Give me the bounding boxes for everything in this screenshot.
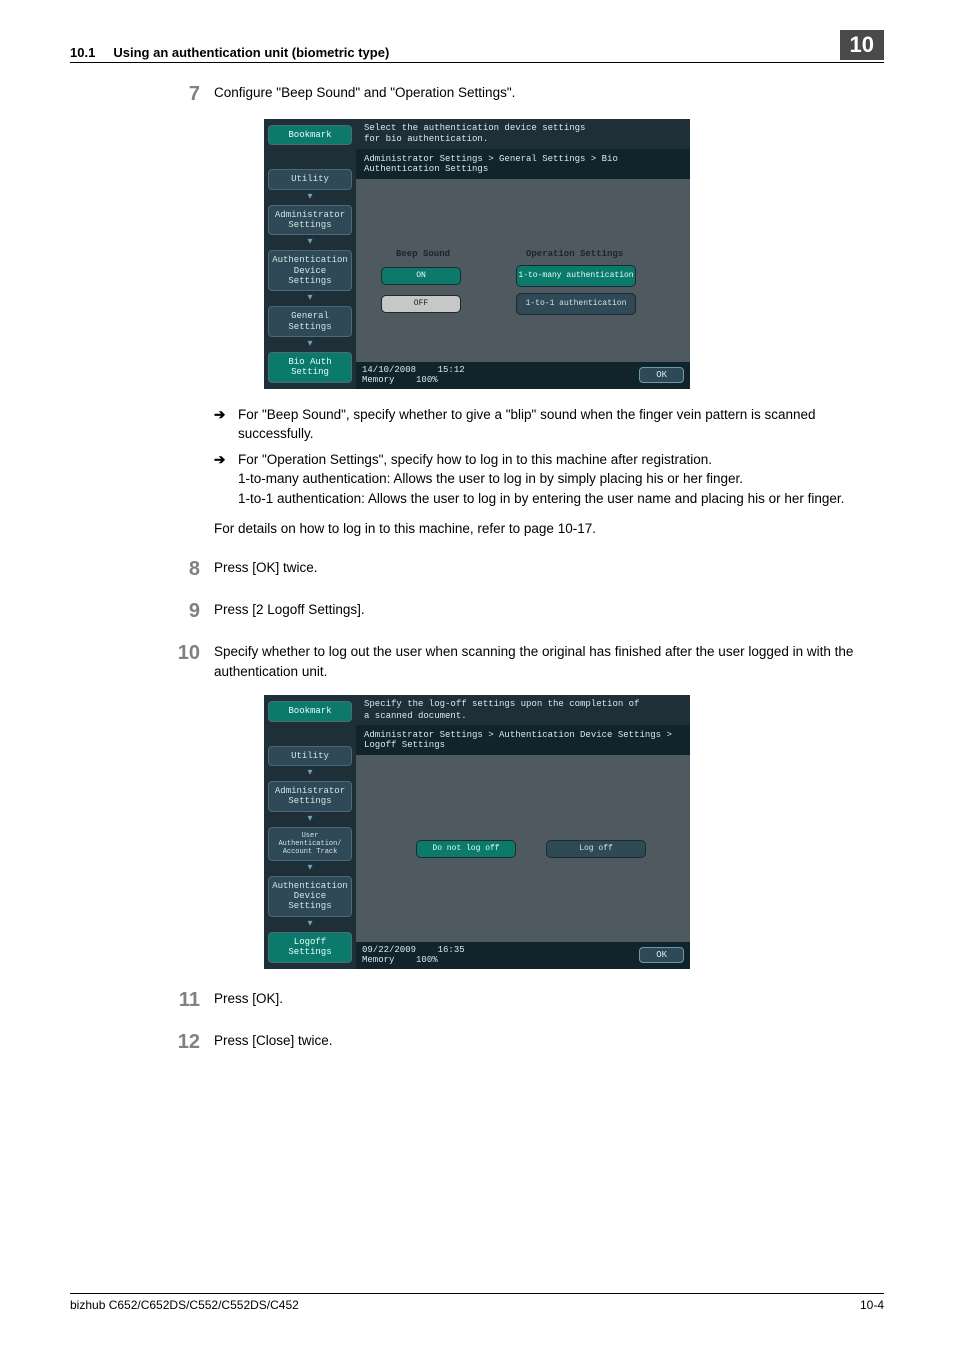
step-number: 7 [160, 83, 214, 105]
panel-footer: 14/10/2008 15:12 Memory 100% OK [356, 362, 690, 389]
beep-sound-label: Beep Sound [396, 249, 450, 259]
operation-settings-label: Operation Settings [526, 249, 623, 259]
footer-date: 09/22/2009 [362, 945, 416, 955]
log-off-button[interactable]: Log off [546, 840, 646, 858]
step-text: Press [Close] twice. [214, 1031, 884, 1053]
note-operation-settings: ➔ For "Operation Settings", specify how … [214, 450, 884, 509]
arrow-down-icon: ▾ [268, 295, 352, 302]
sidebar-utility[interactable]: Utility [268, 746, 352, 766]
step-9: 9 Press [2 Logoff Settings]. [160, 600, 884, 622]
step-text: Press [2 Logoff Settings]. [214, 600, 884, 622]
footer-time: 15:12 [438, 365, 465, 375]
step-8: 8 Press [OK] twice. [160, 558, 884, 580]
breadcrumb: Administrator Settings > General Setting… [356, 149, 690, 179]
footer-model: bizhub C652/C652DS/C552/C552DS/C452 [70, 1298, 299, 1312]
step-12: 12 Press [Close] twice. [160, 1031, 884, 1053]
beep-off-button[interactable]: OFF [381, 295, 461, 313]
step7-followup: For details on how to log in to this mac… [214, 519, 884, 539]
step-text: Press [OK] twice. [214, 558, 884, 580]
panel-footer: 09/22/2009 16:35 Memory 100% OK [356, 942, 690, 969]
footer-date: 14/10/2008 [362, 365, 416, 375]
step-10: 10 Specify whether to log out the user w… [160, 642, 884, 681]
arrow-down-icon: ▾ [268, 921, 352, 928]
footer-time: 16:35 [438, 945, 465, 955]
step-number: 8 [160, 558, 214, 580]
sidebar-admin-settings[interactable]: Administrator Settings [268, 205, 352, 236]
step-text: Specify whether to log out the user when… [214, 642, 884, 681]
sidebar-general-settings[interactable]: General Settings [268, 306, 352, 337]
arrow-down-icon: ▾ [268, 770, 352, 777]
step-text: Press [OK]. [214, 989, 884, 1011]
op-1tomany-button[interactable]: 1-to-many authentication [516, 265, 636, 287]
section-number: 10.1 [70, 45, 95, 60]
sidebar-auth-device[interactable]: Authentication Device Settings [268, 876, 352, 917]
footer-mem-label: Memory [362, 375, 394, 385]
beep-on-button[interactable]: ON [381, 267, 461, 285]
step-7: 7 Configure "Beep Sound" and "Operation … [160, 83, 884, 105]
sidebar-utility[interactable]: Utility [268, 169, 352, 189]
sidebar-admin-settings[interactable]: Administrator Settings [268, 781, 352, 812]
footer-mem-val: 100% [416, 955, 438, 965]
ok-button[interactable]: OK [639, 367, 684, 383]
arrow-down-icon: ▾ [268, 816, 352, 823]
ok-button[interactable]: OK [639, 947, 684, 963]
do-not-log-off-button[interactable]: Do not log off [416, 840, 516, 858]
arrow-right-icon: ➔ [214, 450, 238, 509]
section-heading: 10.1 Using an authentication unit (biome… [70, 45, 389, 60]
panel-sidebar: Bookmark Utility ▾ Administrator Setting… [264, 119, 356, 389]
sidebar-bio-auth[interactable]: Bio Auth Setting [268, 352, 352, 383]
panel-logoff-settings: Bookmark Utility ▾ Administrator Setting… [264, 695, 690, 968]
op-1to1-button[interactable]: 1-to-1 authentication [516, 293, 636, 315]
arrow-right-icon: ➔ [214, 405, 238, 444]
chapter-number: 10 [840, 30, 884, 60]
breadcrumb: Administrator Settings > Authentication … [356, 725, 690, 755]
panel-instruction: Specify the log-off settings upon the co… [356, 695, 690, 722]
footer-mem-label: Memory [362, 955, 394, 965]
section-title: Using an authentication unit (biometric … [113, 45, 389, 60]
step-text: Configure "Beep Sound" and "Operation Se… [214, 83, 884, 105]
sidebar-logoff-settings[interactable]: Logoff Settings [268, 932, 352, 963]
footer-mem-val: 100% [416, 375, 438, 385]
sidebar-user-auth[interactable]: User Authentication/ Account Track [268, 827, 352, 861]
arrow-down-icon: ▾ [268, 194, 352, 201]
step-number: 11 [160, 989, 214, 1011]
step-number: 12 [160, 1031, 214, 1053]
arrow-down-icon: ▾ [268, 865, 352, 872]
step-11: 11 Press [OK]. [160, 989, 884, 1011]
step-number: 9 [160, 600, 214, 622]
panel-instruction: Select the authentication device setting… [356, 119, 690, 146]
arrow-down-icon: ▾ [268, 341, 352, 348]
page-header: 10.1 Using an authentication unit (biome… [70, 30, 884, 63]
step-number: 10 [160, 642, 214, 681]
panel-sidebar: Bookmark Utility ▾ Administrator Setting… [264, 695, 356, 968]
arrow-down-icon: ▾ [268, 239, 352, 246]
sidebar-auth-device[interactable]: Authentication Device Settings [268, 250, 352, 291]
page-footer: bizhub C652/C652DS/C552/C552DS/C452 10-4 [70, 1293, 884, 1312]
bookmark-button[interactable]: Bookmark [268, 125, 352, 145]
bookmark-button[interactable]: Bookmark [268, 701, 352, 721]
note-beep-sound: ➔ For "Beep Sound", specify whether to g… [214, 405, 884, 444]
panel-bio-auth-settings: Bookmark Utility ▾ Administrator Setting… [264, 119, 690, 389]
footer-page: 10-4 [860, 1298, 884, 1312]
